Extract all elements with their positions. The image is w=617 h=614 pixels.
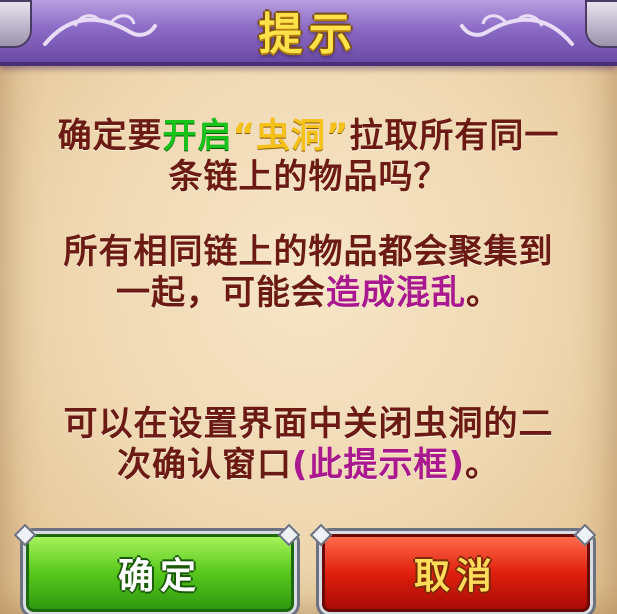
text-segment: 条链上的物品吗？ bbox=[168, 157, 449, 197]
text-segment: 可以在设置界面中关闭虫洞的二 bbox=[63, 404, 554, 444]
text-segment: 。 bbox=[466, 273, 501, 313]
highlight-chaos: 造成混乱 bbox=[326, 273, 466, 313]
cancel-button[interactable]: 取消 bbox=[322, 534, 590, 612]
vine-ornament-right-icon bbox=[460, 14, 574, 46]
text-segment: 次确认窗口 bbox=[116, 445, 292, 485]
text-segment: 一起，可能会 bbox=[116, 273, 326, 313]
highlight-wormhole: “虫洞” bbox=[232, 116, 350, 156]
dialog-header: 提示 bbox=[0, 0, 617, 66]
confirm-button[interactable]: 确定 bbox=[26, 534, 294, 612]
header-corner-ornament-right bbox=[585, 0, 617, 48]
wormhole-confirm-dialog: 提示 确定要开启“虫洞”拉取所有同一 条链上的物品吗？ 所有相同链上的物品都会聚… bbox=[0, 0, 617, 614]
text-segment: 所有相同链上的物品都会聚集到 bbox=[63, 232, 554, 272]
text-segment: 确定要 bbox=[57, 116, 163, 156]
text-segment: 。 bbox=[465, 445, 501, 485]
message-paragraph-2: 所有相同链上的物品都会聚集到 一起，可能会造成混乱。 bbox=[30, 232, 587, 314]
message-paragraph-3: 可以在设置界面中关闭虫洞的二 次确认窗口(此提示框)。 bbox=[30, 404, 587, 486]
highlight-this-dialog: (此提示框) bbox=[291, 445, 466, 485]
message-paragraph-1: 确定要开启“虫洞”拉取所有同一 条链上的物品吗？ bbox=[30, 116, 587, 198]
highlight-open: 开启 bbox=[162, 116, 233, 156]
text-segment: 拉取所有同一 bbox=[349, 116, 560, 156]
